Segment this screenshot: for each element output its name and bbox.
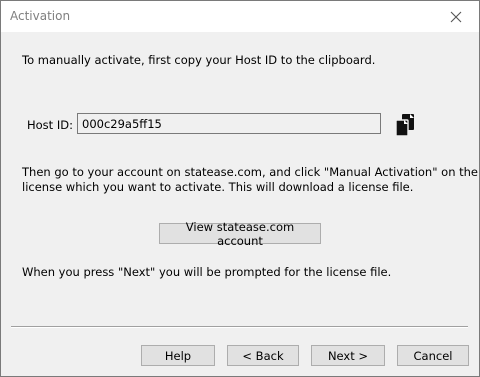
instruction-line-2b: license which you want to activate. This…: [22, 180, 414, 194]
instruction-copy-host: To manually activate, first copy your Ho…: [22, 53, 376, 67]
view-account-button[interactable]: View statease.com account: [159, 220, 321, 248]
instruction-line-2a: Then go to your account on statease.com,…: [22, 165, 479, 179]
close-icon: [450, 11, 462, 22]
title-bar: Activation: [1, 1, 479, 32]
cancel-button[interactable]: Cancel: [397, 345, 469, 366]
instruction-next: When you press "Next" you will be prompt…: [22, 265, 392, 279]
host-id-field[interactable]: 000c29a5ff15: [77, 113, 381, 134]
activation-dialog: Activation To manually activate, first c…: [0, 0, 480, 377]
back-button[interactable]: < Back: [227, 345, 299, 366]
close-button[interactable]: [433, 1, 479, 32]
next-button[interactable]: Next >: [311, 345, 385, 366]
host-id-label: Host ID:: [27, 118, 73, 132]
instruction-go-to-account: Then go to your account on statease.com,…: [22, 165, 478, 195]
window-title: Activation: [10, 9, 71, 23]
help-button[interactable]: Help: [141, 345, 215, 366]
copy-icon[interactable]: [393, 112, 419, 138]
separator: [11, 326, 468, 328]
host-id-value: 000c29a5ff15: [82, 117, 162, 131]
